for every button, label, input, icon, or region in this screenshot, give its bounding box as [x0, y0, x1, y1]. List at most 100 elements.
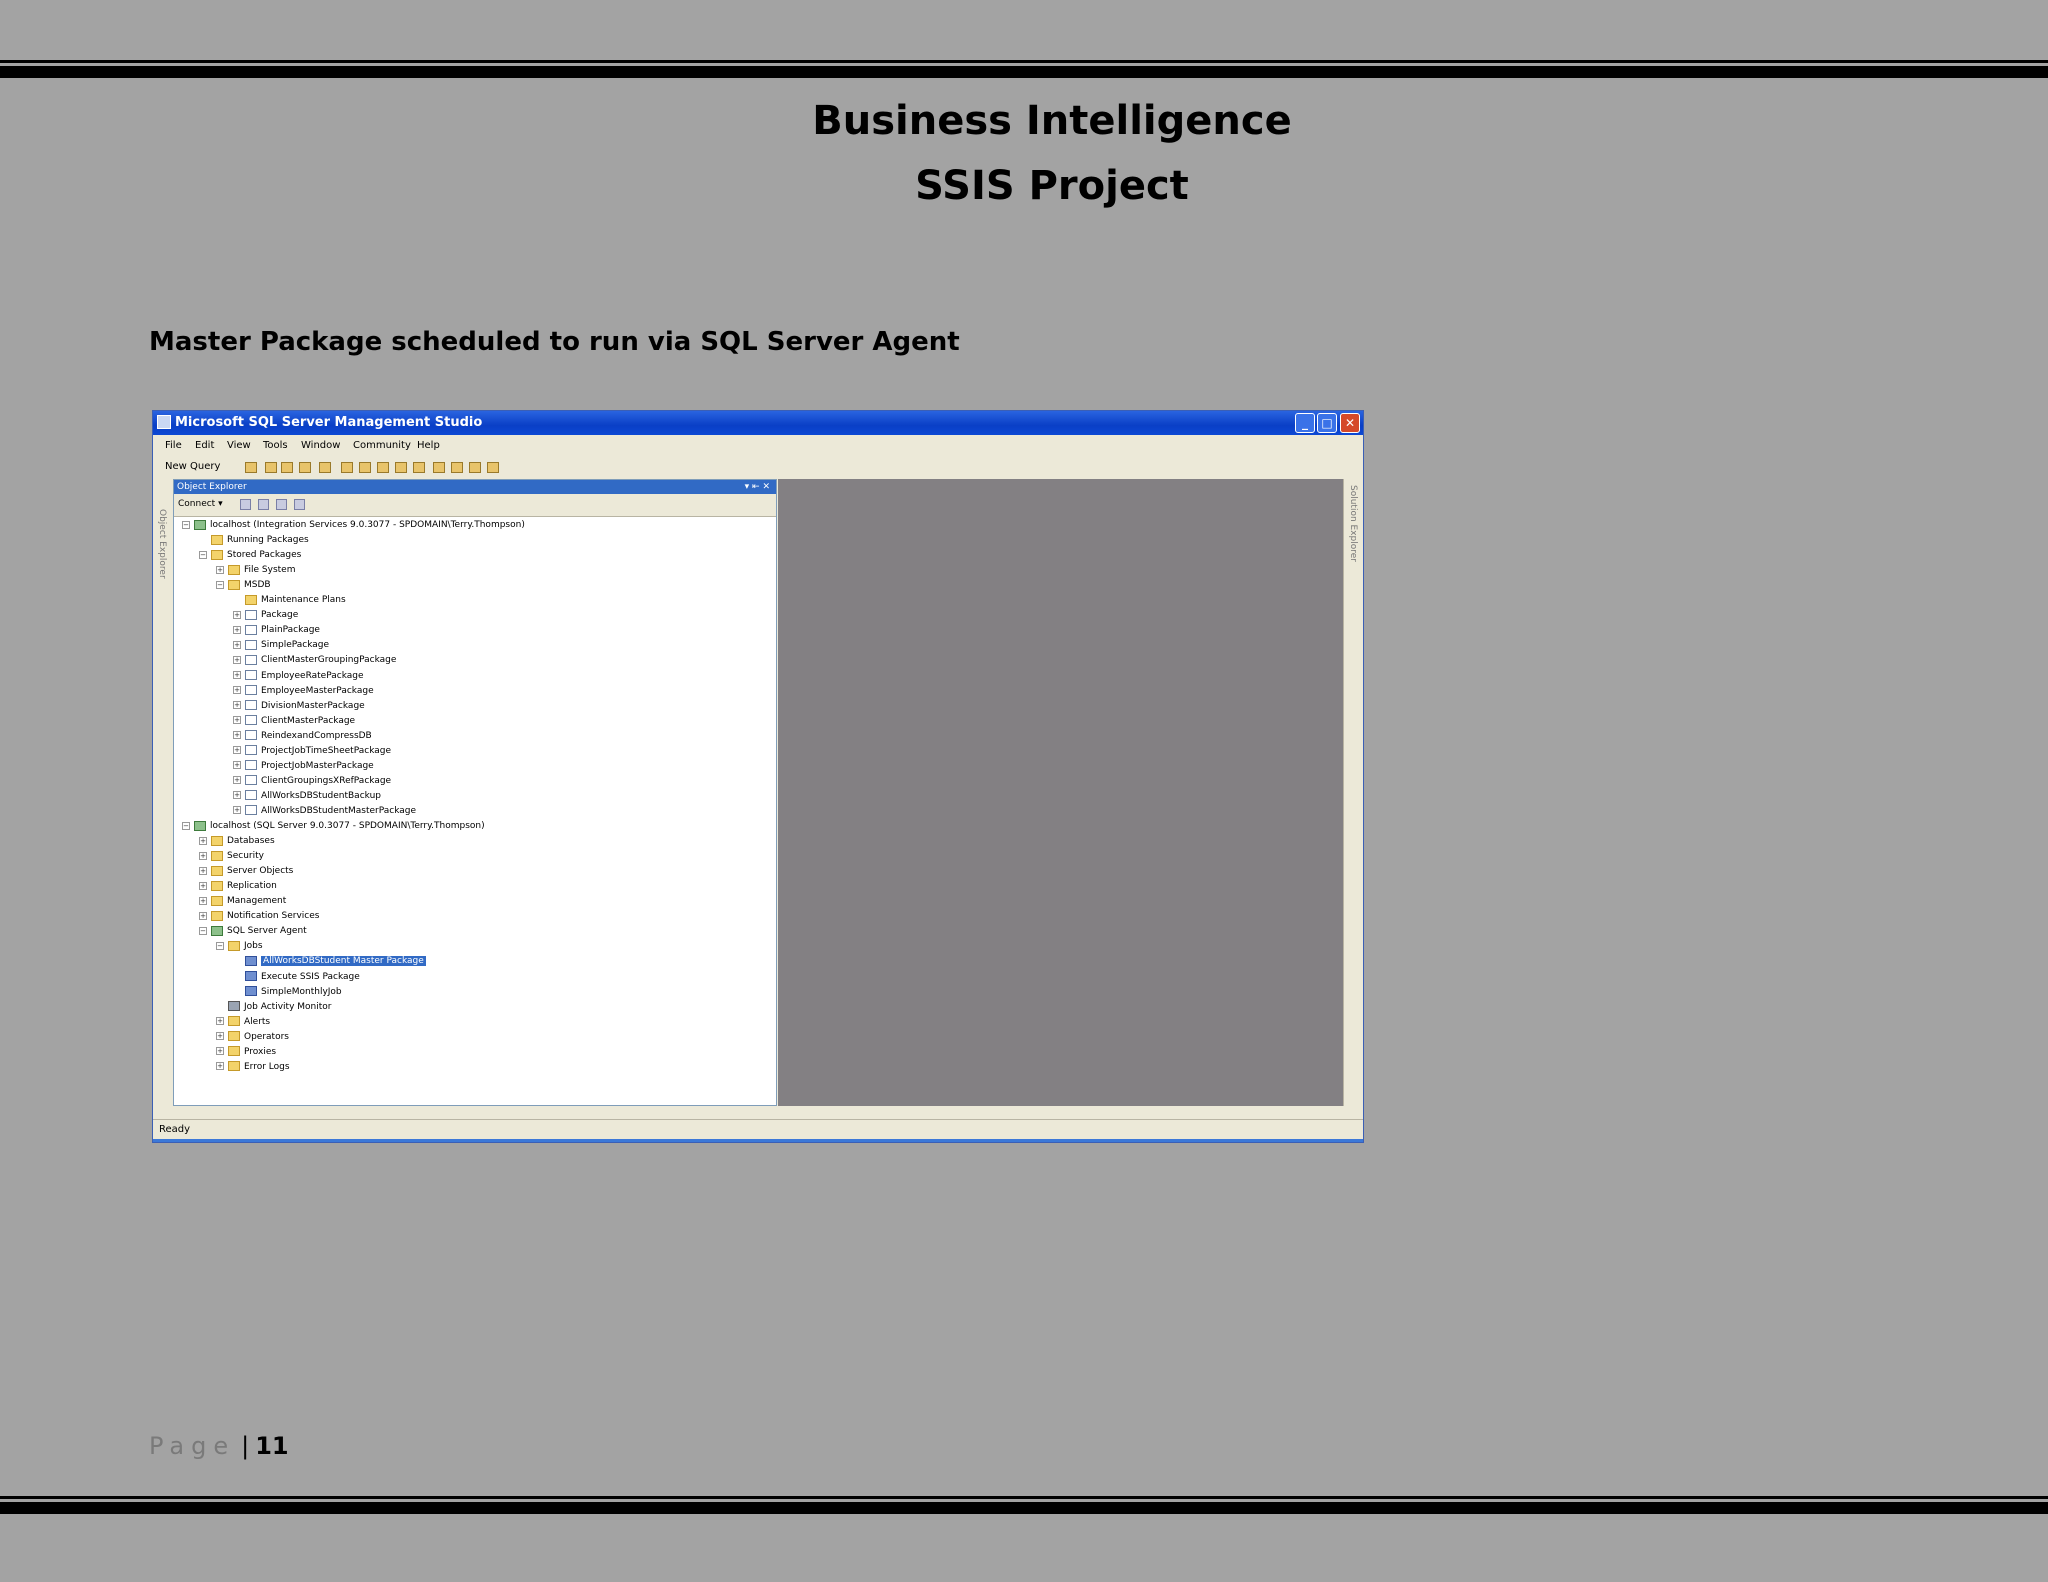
tree-node[interactable]: + PlainPackage	[233, 623, 320, 638]
toolbar-icon[interactable]	[433, 462, 445, 473]
tree-node[interactable]: + Management	[199, 894, 286, 909]
toolbar-icon[interactable]	[299, 462, 311, 473]
tree-node[interactable]: + Error Logs	[216, 1060, 290, 1075]
tree-node[interactable]: SimpleMonthlyJob	[233, 985, 342, 1000]
tree-node[interactable]: + Security	[199, 849, 264, 864]
expand-icon[interactable]: +	[199, 866, 207, 875]
menu-view[interactable]: View	[227, 440, 251, 451]
menu-file[interactable]: File	[165, 440, 182, 451]
expand-icon[interactable]: +	[233, 776, 241, 785]
expand-icon[interactable]: +	[233, 686, 241, 695]
tree-node[interactable]: + AllWorksDBStudentMasterPackage	[233, 804, 416, 819]
tree-node[interactable]: − SQL Server Agent	[199, 924, 307, 939]
tree-node[interactable]: + EmployeeRatePackage	[233, 669, 364, 684]
expand-icon[interactable]: +	[216, 1062, 224, 1071]
menu-community[interactable]: Community	[353, 440, 411, 451]
tree-node[interactable]: Running Packages	[199, 533, 309, 548]
toolbar-icon[interactable]	[265, 462, 277, 473]
toolbar-icon[interactable]	[359, 462, 371, 473]
tree-node[interactable]: Execute SSIS Package	[233, 970, 360, 985]
tree-node[interactable]: + Notification Services	[199, 909, 319, 924]
tree-node[interactable]: + Package	[233, 608, 298, 623]
collapse-icon[interactable]: −	[182, 821, 190, 830]
tree-node[interactable]: Maintenance Plans	[233, 593, 346, 608]
tree-node[interactable]: + ClientGroupingsXRefPackage	[233, 774, 391, 789]
tree-node[interactable]: + ClientMasterGroupingPackage	[233, 653, 396, 668]
toolbar-icon[interactable]	[281, 462, 293, 473]
expand-icon[interactable]: +	[233, 806, 241, 815]
expand-icon[interactable]: +	[233, 791, 241, 800]
new-query-button[interactable]: New Query	[165, 461, 220, 472]
expand-icon[interactable]: +	[199, 851, 207, 860]
expand-icon[interactable]: +	[233, 701, 241, 710]
expand-icon[interactable]: +	[199, 881, 207, 890]
expand-icon[interactable]: +	[233, 761, 241, 770]
tree-node[interactable]: + Alerts	[216, 1015, 270, 1030]
tree-node[interactable]: + ProjectJobMasterPackage	[233, 759, 374, 774]
toolbar-icon[interactable]	[413, 462, 425, 473]
stop-icon[interactable]	[258, 499, 269, 510]
minimize-icon[interactable]: _	[1295, 413, 1315, 433]
tree-node[interactable]: + ReindexandCompressDB	[233, 729, 372, 744]
expand-icon[interactable]: +	[216, 565, 224, 574]
expand-icon[interactable]: +	[233, 716, 241, 725]
toolbar-icon[interactable]	[395, 462, 407, 473]
collapse-icon[interactable]: −	[216, 941, 224, 950]
menu-window[interactable]: Window	[301, 440, 340, 451]
expand-icon[interactable]: +	[233, 610, 241, 619]
toolbar-icon[interactable]	[245, 462, 257, 473]
expand-icon[interactable]: +	[216, 1017, 224, 1026]
close-icon[interactable]: ✕	[1340, 413, 1360, 433]
tree-node[interactable]: + Databases	[199, 834, 275, 849]
tree-node[interactable]: + SimplePackage	[233, 638, 329, 653]
tree-node[interactable]: + File System	[216, 563, 295, 578]
toolbar-icon[interactable]	[451, 462, 463, 473]
solution-explorer-strip[interactable]: Solution Explorer	[1343, 479, 1363, 1106]
expand-icon[interactable]: +	[199, 896, 207, 905]
collapse-icon[interactable]: −	[182, 520, 190, 529]
toolbar-icon[interactable]	[319, 462, 331, 473]
tree-node[interactable]: Job Activity Monitor	[216, 1000, 331, 1015]
menu-tools[interactable]: Tools	[263, 440, 288, 451]
expand-icon[interactable]: +	[233, 671, 241, 679]
expand-icon[interactable]: +	[233, 746, 241, 755]
tree-node[interactable]: + ProjectJobTimeSheetPackage	[233, 744, 391, 759]
menu-help[interactable]: Help	[417, 440, 440, 451]
tree-node[interactable]: + Replication	[199, 879, 277, 894]
tree-node[interactable]: + ClientMasterPackage	[233, 714, 355, 729]
expand-icon[interactable]: +	[233, 655, 241, 664]
toolbar-icon[interactable]	[469, 462, 481, 473]
panel-controls-icon[interactable]: ▾ ⇤ ✕	[745, 480, 770, 494]
collapse-icon[interactable]: −	[216, 580, 224, 589]
tree-node[interactable]: − localhost (SQL Server 9.0.3077 - SPDOMA…	[182, 819, 485, 834]
toolbar-icon[interactable]	[341, 462, 353, 473]
tree-node[interactable]: + AllWorksDBStudentBackup	[233, 789, 381, 804]
tree-node[interactable]: AllWorksDBStudent Master Package	[233, 954, 427, 969]
filter-icon[interactable]	[276, 499, 287, 510]
collapse-icon[interactable]: −	[199, 550, 207, 559]
toolbar-icon[interactable]	[377, 462, 389, 473]
object-explorer-strip[interactable]: Object Explorer	[153, 479, 174, 1106]
tree-node[interactable]: + Server Objects	[199, 864, 293, 879]
refresh-icon[interactable]	[294, 499, 305, 510]
tree-node[interactable]: − Stored Packages	[199, 548, 301, 563]
tree-node[interactable]: + Proxies	[216, 1045, 276, 1060]
expand-icon[interactable]: +	[199, 836, 207, 845]
tree-node[interactable]: − MSDB	[216, 578, 271, 593]
expand-icon[interactable]: +	[199, 911, 207, 920]
tree-node[interactable]: + Operators	[216, 1030, 289, 1045]
expand-icon[interactable]: +	[216, 1047, 224, 1056]
tree-node[interactable]: + DivisionMasterPackage	[233, 699, 365, 714]
tree-node[interactable]: − localhost (Integration Services 9.0.307…	[182, 518, 525, 533]
menu-edit[interactable]: Edit	[195, 440, 214, 451]
tree-node[interactable]: − Jobs	[216, 939, 263, 954]
toolbar-icon[interactable]	[487, 462, 499, 473]
connect-button[interactable]: Connect ▾	[178, 499, 223, 509]
expand-icon[interactable]: +	[233, 640, 241, 649]
maximize-icon[interactable]: □	[1317, 413, 1337, 433]
register-icon[interactable]	[240, 499, 251, 510]
expand-icon[interactable]: +	[233, 731, 241, 740]
expand-icon[interactable]: +	[216, 1032, 224, 1041]
tree-node[interactable]: + EmployeeMasterPackage	[233, 684, 374, 699]
expand-icon[interactable]: +	[233, 625, 241, 634]
